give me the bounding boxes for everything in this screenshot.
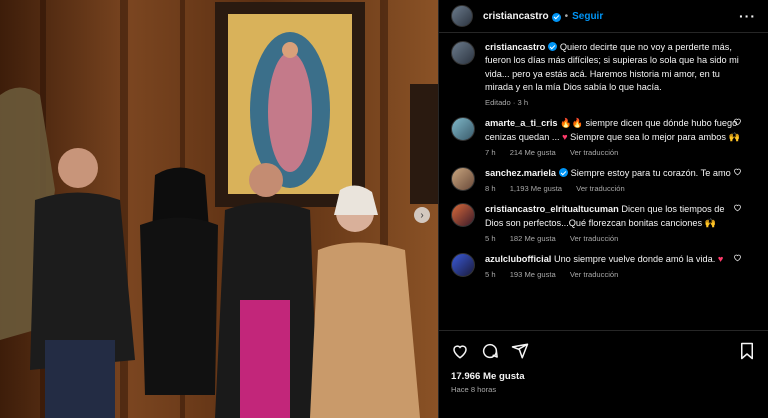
- comment-text: Siempre estoy para tu corazón. Te amo: [570, 168, 731, 179]
- comment-body: cristiancastro_elritualtucuman Dicen que…: [485, 203, 756, 244]
- verified-badge-icon: [559, 168, 568, 178]
- save-bookmark-icon[interactable]: [738, 342, 756, 360]
- heart-emoji: ♥: [717, 254, 724, 265]
- comment-icon[interactable]: [481, 342, 499, 360]
- avatar[interactable]: [451, 41, 475, 65]
- comment-body: azulclubofficial Uno siempre vuelve dond…: [485, 253, 756, 280]
- like-heart-icon[interactable]: [451, 342, 469, 360]
- likes-count[interactable]: 17.966 Me gusta: [451, 371, 756, 382]
- post-time: Hace 8 horas: [451, 385, 497, 394]
- comment-time: 8 h: [485, 184, 496, 194]
- caption-meta: Editado · 3 h: [485, 98, 529, 108]
- avatar[interactable]: [451, 117, 475, 142]
- see-translation-link[interactable]: Ver traducción: [570, 270, 619, 279]
- post-photo[interactable]: ›: [0, 0, 438, 418]
- like-comment-heart-icon[interactable]: [733, 117, 742, 126]
- see-translation-link[interactable]: Ver traducción: [576, 184, 625, 193]
- photo-illustration: [0, 0, 438, 418]
- post-sidebar: cristiancastro • Seguir ··· cristiancast…: [438, 0, 768, 418]
- comment-text-2: Siempre que sea lo mejor para ambos: [567, 131, 729, 142]
- like-comment-heart-icon[interactable]: [733, 167, 742, 176]
- see-translation-link[interactable]: Ver traducción: [570, 148, 619, 157]
- raising-hands-emoji: 🙌: [728, 131, 740, 142]
- post-header: cristiancastro • Seguir ···: [439, 0, 768, 33]
- separator-dot: •: [564, 10, 569, 22]
- see-translation-link[interactable]: Ver traducción: [570, 234, 619, 243]
- post-footer: 17.966 Me gusta Hace 8 horas: [439, 330, 768, 418]
- next-photo-button[interactable]: ›: [414, 207, 430, 223]
- comment-meta: 5 h 193 Me gusta Ver traducción: [485, 269, 742, 280]
- verified-badge-icon: [551, 12, 561, 22]
- comment-item: amarte_a_ti_cris 🔥🔥 siempre dicen que dó…: [451, 117, 756, 158]
- caption-body: cristiancastro Quiero decirte que no voy…: [485, 41, 756, 108]
- avatar[interactable]: [451, 5, 473, 27]
- comment-likes[interactable]: 193 Me gusta: [510, 270, 556, 279]
- like-comment-heart-icon[interactable]: [733, 253, 742, 262]
- follow-button[interactable]: Seguir: [572, 11, 603, 22]
- comment-likes[interactable]: 214 Me gusta: [510, 148, 556, 157]
- comment-time: 5 h: [485, 270, 496, 280]
- comment-body: sanchez.mariela Siempre estoy para tu co…: [485, 167, 756, 194]
- comment-likes[interactable]: 182 Me gusta: [510, 234, 556, 243]
- avatar[interactable]: [451, 253, 475, 278]
- avatar[interactable]: [451, 167, 475, 192]
- comment-username[interactable]: cristiancastro_elritualtucuman: [485, 204, 619, 214]
- comment-time: 5 h: [485, 234, 496, 244]
- verified-badge-icon: [548, 42, 558, 51]
- header-username[interactable]: cristiancastro: [483, 11, 549, 22]
- comment-item: sanchez.mariela Siempre estoy para tu co…: [451, 167, 756, 194]
- comment-likes[interactable]: 1,193 Me gusta: [510, 184, 562, 193]
- comments-list[interactable]: cristiancastro Quiero decirte que no voy…: [439, 33, 768, 328]
- avatar[interactable]: [451, 203, 475, 228]
- comment-meta: 8 h 1,193 Me gusta Ver traducción: [485, 183, 742, 194]
- action-bar: [451, 341, 756, 361]
- comment-text: Uno siempre vuelve donde amó la vida.: [553, 254, 718, 265]
- comment-username[interactable]: azulclubofficial: [485, 254, 551, 264]
- more-options-icon[interactable]: ···: [739, 8, 756, 24]
- comment-username[interactable]: sanchez.mariela: [485, 168, 556, 178]
- comment-username[interactable]: amarte_a_ti_cris: [485, 118, 558, 128]
- comment-meta: 7 h 214 Me gusta Ver traducción: [485, 147, 742, 158]
- comment-body: amarte_a_ti_cris 🔥🔥 siempre dicen que dó…: [485, 117, 756, 158]
- caption: cristiancastro Quiero decirte que no voy…: [451, 41, 756, 108]
- comment-item: cristiancastro_elritualtucuman Dicen que…: [451, 203, 756, 244]
- like-comment-heart-icon[interactable]: [733, 203, 742, 212]
- raising-hands-emoji: 🙌: [704, 217, 717, 228]
- comment-meta: 5 h 182 Me gusta Ver traducción: [485, 233, 742, 244]
- comment-item: azulclubofficial Uno siempre vuelve dond…: [451, 253, 756, 280]
- share-icon[interactable]: [511, 342, 529, 360]
- comment-time: 7 h: [485, 148, 496, 158]
- caption-username[interactable]: cristiancastro: [485, 42, 545, 52]
- fire-emoji: 🔥🔥: [560, 118, 583, 129]
